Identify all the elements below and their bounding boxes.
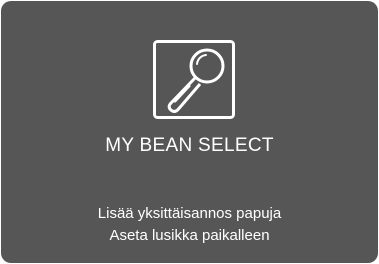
instruction-line: Aseta lusikka paikalleen [109, 227, 270, 244]
display-screen: MY BEAN SELECT Lisää yksittäisannos papu… [0, 0, 379, 264]
bean-spoon-icon-frame [153, 40, 235, 119]
instruction-line: Lisää yksittäisannos papuja [97, 205, 282, 222]
screen-title: MY BEAN SELECT [105, 135, 274, 156]
instruction-text: Lisää yksittäisannos papuja Aseta lusikk… [1, 203, 378, 247]
message-panel: MY BEAN SELECT Lisää yksittäisannos papu… [1, 1, 378, 263]
spoon-icon [153, 40, 235, 119]
